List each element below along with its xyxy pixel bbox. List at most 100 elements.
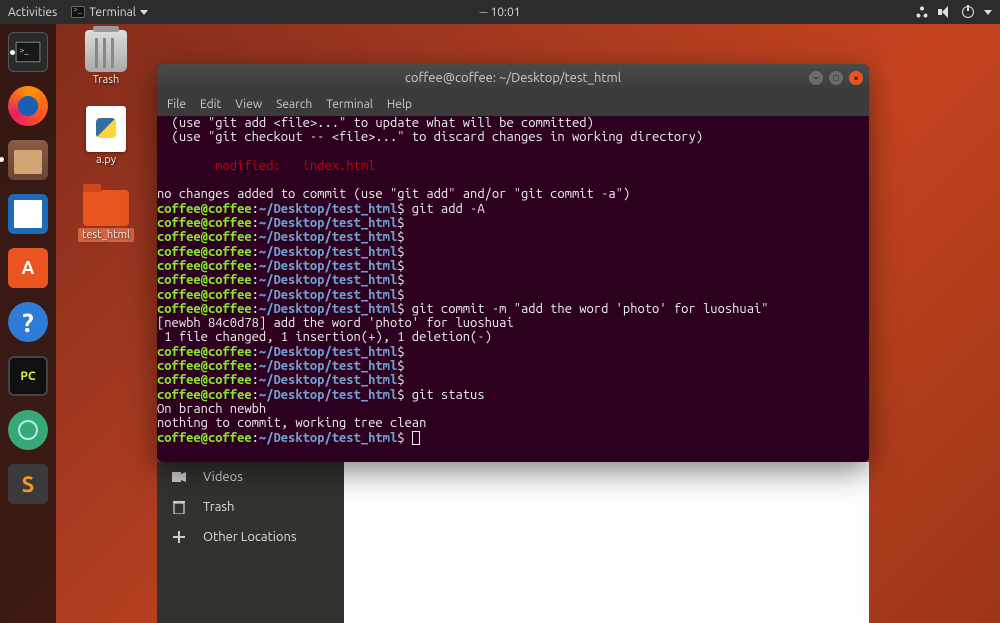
dock-pycharm[interactable]: PC [8, 356, 48, 396]
menu-search[interactable]: Search [276, 98, 312, 111]
terminal-menubar: File Edit View Search Terminal Help [157, 92, 869, 116]
window-minimize-button[interactable]: – [809, 71, 823, 85]
app-indicator-label: Terminal [89, 6, 136, 19]
files-content-pane[interactable] [344, 462, 869, 623]
menu-file[interactable]: File [167, 98, 186, 111]
prompt-user: coffee@coffee [157, 359, 252, 373]
clock[interactable]: — 10:01 [480, 6, 521, 19]
terminal-line: (use "git checkout -- <file>..." to disc… [157, 130, 703, 144]
prompt-sym: $ [397, 288, 404, 302]
system-status-area[interactable] [916, 6, 992, 18]
terminal-line: no changes added to commit (use "git add… [157, 187, 630, 201]
prompt-path: ~/Desktop/test_html [259, 302, 397, 316]
running-indicator-dot [0, 157, 4, 162]
terminal-indicator-icon [71, 6, 85, 18]
prompt-sep: : [252, 245, 259, 259]
prompt-path: ~/Desktop/test_html [259, 216, 397, 230]
prompt-path: ~/Desktop/test_html [259, 373, 397, 387]
dock-files[interactable] [8, 140, 48, 180]
terminal-line: nothing to commit, working tree clean [157, 416, 426, 430]
prompt-sym: $ [397, 273, 404, 287]
sound-icon [938, 6, 952, 18]
prompt-user: coffee@coffee [157, 202, 252, 216]
desktop-trash[interactable]: Trash [74, 30, 138, 86]
prompt-user: coffee@coffee [157, 273, 252, 287]
window-maximize-button[interactable]: □ [829, 71, 843, 85]
dock-atom[interactable] [8, 410, 48, 450]
prompt-sym: $ [397, 245, 404, 259]
menu-view[interactable]: View [235, 98, 262, 111]
clock-time: 10:01 [490, 6, 520, 19]
terminal-window: coffee@coffee: ~/Desktop/test_html – □ ×… [157, 64, 869, 462]
terminal-space [405, 431, 412, 445]
sidebar-item-videos[interactable]: Videos [157, 462, 344, 492]
prompt-sep: : [252, 259, 259, 273]
sidebar-item-label: Trash [203, 500, 234, 514]
terminal-line: 1 file changed, 1 insertion(+), 1 deleti… [157, 330, 492, 344]
app-indicator[interactable]: Terminal [71, 6, 148, 19]
prompt-user: coffee@coffee [157, 388, 252, 402]
terminal-body[interactable]: (use "git add <file>..." to update what … [157, 116, 869, 449]
prompt-sym: $ [397, 302, 404, 316]
prompt-user: coffee@coffee [157, 302, 252, 316]
terminal-cmd: git commit -m "add the word 'photo' for … [405, 302, 769, 316]
menu-help[interactable]: Help [387, 98, 412, 111]
activities-button[interactable]: Activities [8, 6, 57, 19]
terminal-line-modified-file: index.html [303, 159, 376, 173]
desktop-folder-test-html[interactable]: test_html [74, 186, 138, 242]
menu-edit[interactable]: Edit [200, 98, 221, 111]
prompt-path: ~/Desktop/test_html [259, 259, 397, 273]
terminal-cmd: git add -A [405, 202, 485, 216]
video-icon [171, 471, 187, 483]
dock-terminal[interactable]: >_ [8, 32, 48, 72]
power-icon [962, 6, 974, 18]
terminal-line: [newbh 84c0d78] add the word 'photo' for… [157, 316, 514, 330]
prompt-sep: : [252, 230, 259, 244]
window-close-button[interactable]: × [849, 71, 863, 85]
trash-icon [171, 500, 187, 514]
terminal-titlebar[interactable]: coffee@coffee: ~/Desktop/test_html – □ × [157, 64, 869, 92]
prompt-path: ~/Desktop/test_html [259, 288, 397, 302]
prompt-sym: $ [397, 388, 404, 402]
dock-ubuntu-software[interactable] [8, 248, 48, 288]
terminal-cursor [412, 431, 420, 445]
python-file-icon [86, 106, 126, 152]
prompt-sep: : [252, 373, 259, 387]
prompt-path: ~/Desktop/test_html [259, 230, 397, 244]
desktop-icon-label: a.py [96, 154, 116, 166]
prompt-sym: $ [397, 431, 404, 445]
prompt-sym: $ [397, 345, 404, 359]
prompt-sep: : [252, 216, 259, 230]
menu-terminal[interactable]: Terminal [326, 98, 373, 111]
prompt-user: coffee@coffee [157, 373, 252, 387]
prompt-path: ~/Desktop/test_html [259, 359, 397, 373]
sidebar-item-other-locations[interactable]: Other Locations [157, 522, 344, 552]
sidebar-item-trash[interactable]: Trash [157, 492, 344, 522]
prompt-path: ~/Desktop/test_html [259, 202, 397, 216]
svg-text:>_: >_ [19, 45, 29, 55]
dock-sublime[interactable]: S [8, 464, 48, 504]
dock-firefox[interactable] [8, 86, 48, 126]
dock: >_ ? PC S [0, 24, 56, 623]
files-sidebar: Videos Trash Other Locations [157, 462, 344, 623]
prompt-sep: : [252, 302, 259, 316]
sidebar-item-label: Videos [203, 470, 243, 484]
desktop-icon-label: Trash [93, 74, 120, 86]
prompt-sep: : [252, 202, 259, 216]
prompt-sym: $ [397, 259, 404, 273]
dock-help[interactable]: ? [8, 302, 48, 342]
prompt-sym: $ [397, 202, 404, 216]
running-indicator-dot [10, 50, 15, 55]
prompt-path: ~/Desktop/test_html [259, 345, 397, 359]
prompt-user: coffee@coffee [157, 245, 252, 259]
chevron-down-icon [140, 10, 148, 15]
prompt-sym: $ [397, 373, 404, 387]
dock-libreoffice-writer[interactable] [8, 194, 48, 234]
prompt-sep: : [252, 273, 259, 287]
prompt-user: coffee@coffee [157, 345, 252, 359]
desktop-file-apy[interactable]: a.py [74, 106, 138, 166]
sidebar-item-label: Other Locations [203, 530, 297, 544]
prompt-sym: $ [397, 230, 404, 244]
terminal-line-modified-label: modified: [157, 159, 303, 173]
prompt-sep: : [252, 359, 259, 373]
